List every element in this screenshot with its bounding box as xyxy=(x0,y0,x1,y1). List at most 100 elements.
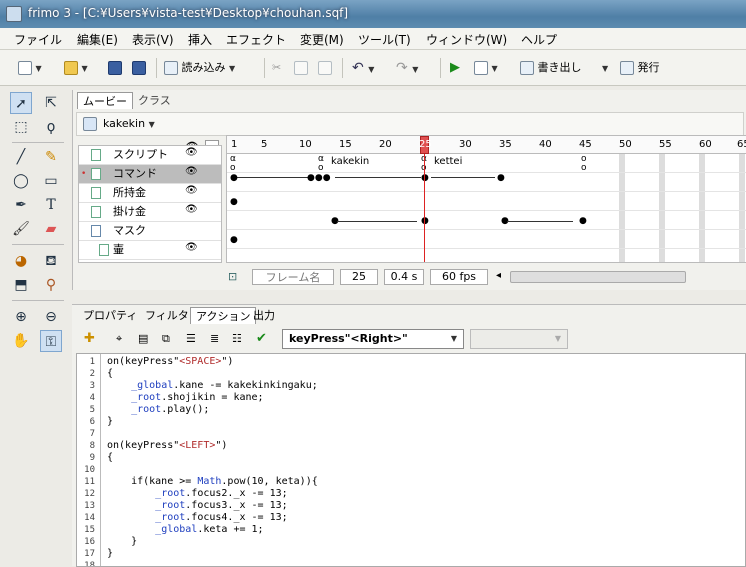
replace-icon[interactable]: ▤ xyxy=(138,330,148,348)
target-select[interactable]: ▼ xyxy=(470,329,568,349)
scene-bar: kakekin ▼ xyxy=(76,112,744,136)
ruler-tick: 40 xyxy=(539,139,552,150)
code-editor[interactable]: 1 2 3 4 5 6 7 8 9 10 11 12 13 14 15 16 17 18 on(keyPress"… xyxy=(76,353,746,567)
frame-row[interactable]: ● xyxy=(227,230,746,249)
auto-format-icon[interactable]: ☰ xyxy=(186,330,196,348)
frame-row[interactable]: αo αo kakekin αo kettei oo xyxy=(227,154,746,173)
hand-tool-icon[interactable]: ✋ xyxy=(10,330,32,352)
zoom-in-tool-icon[interactable]: ⊕ xyxy=(10,306,32,328)
scroll-left-icon[interactable]: ◂ xyxy=(496,270,501,281)
eye-icon[interactable]: 👁 xyxy=(185,242,198,253)
eye-icon[interactable]: 👁 xyxy=(185,185,198,196)
scene-selector[interactable]: kakekin ▼ xyxy=(103,117,155,130)
zoom-out-tool-icon[interactable]: ⊖ xyxy=(40,306,62,328)
lasso-tool-icon[interactable]: ϙ xyxy=(40,116,62,138)
menu-insert[interactable]: 挿入 xyxy=(188,31,212,48)
eraser-tool-icon[interactable]: ▰ xyxy=(40,218,62,240)
ellipse-tool-icon[interactable]: ◯ xyxy=(10,170,32,192)
export-button[interactable]: 書き出し xyxy=(520,59,582,77)
frame-row[interactable]: ● xyxy=(227,192,746,211)
save-all-button[interactable] xyxy=(132,59,146,77)
open-button[interactable]: ▼ xyxy=(64,59,88,77)
hint-icon[interactable]: ☷ xyxy=(232,330,242,348)
frame-row[interactable] xyxy=(227,249,746,262)
pencil-tool-icon[interactable]: ✎ xyxy=(40,146,62,168)
code-line: } xyxy=(107,536,138,547)
find-icon[interactable]: ⌖ xyxy=(116,330,122,348)
frame-row[interactable]: ● ● ● ● xyxy=(227,211,746,230)
text-tool-icon[interactable]: T xyxy=(40,194,62,216)
line-number: 13 xyxy=(84,501,95,511)
scene-icon xyxy=(83,117,97,131)
keyframe-empty: αo xyxy=(230,154,236,173)
menu-edit[interactable]: 編集(E) xyxy=(77,31,118,48)
rectangle-tool-icon[interactable]: ▭ xyxy=(40,170,62,192)
eyedropper-tool-icon[interactable]: ⚲ xyxy=(40,274,62,296)
pen-tool-icon[interactable]: ✒ xyxy=(10,194,32,216)
frame-row[interactable]: ● ●●● ● ● xyxy=(227,173,746,192)
menu-window[interactable]: ウィンドウ(W) xyxy=(426,31,507,48)
import-button[interactable]: 読み込み ▼ xyxy=(164,59,235,77)
publish-icon xyxy=(620,61,634,75)
save-button[interactable] xyxy=(108,59,122,77)
tab-actions[interactable]: アクション xyxy=(190,307,257,324)
tab-filters[interactable]: フィルタ xyxy=(140,307,194,324)
undo-button[interactable]: ↶ ▼ xyxy=(352,59,374,77)
actions-panel: プロパティ フィルタ アクション 出力 ✚ ⌖ ▤ ⧉ ☰ ≣ ☷ ✔ keyP… xyxy=(72,304,746,567)
menu-tools[interactable]: ツール(T) xyxy=(358,31,411,48)
paste-button[interactable] xyxy=(318,59,332,77)
new-file-button[interactable]: ▼ xyxy=(18,59,42,77)
menu-help[interactable]: ヘルプ xyxy=(521,31,557,48)
indent-icon[interactable]: ≣ xyxy=(210,330,219,348)
brush-tool-icon[interactable]: 🖌 xyxy=(10,218,32,240)
line-number: 4 xyxy=(89,393,95,403)
tab-output[interactable]: 出力 xyxy=(248,307,280,324)
eye-icon[interactable]: 👁 xyxy=(185,147,198,158)
menu-effect[interactable]: エフェクト xyxy=(226,31,286,48)
event-select[interactable]: keyPress"<Right>" ▼ xyxy=(282,329,464,349)
publish-button[interactable]: 発行 xyxy=(620,59,660,77)
code-line: _global.keta += 1; xyxy=(155,524,264,535)
tab-properties[interactable]: プロパティ xyxy=(78,307,142,324)
transform-tool-icon[interactable]: ⬚ xyxy=(10,116,32,138)
menu-file[interactable]: ファイル xyxy=(14,31,62,48)
ruler-tick: 60 xyxy=(699,139,712,150)
chevron-down-icon: ▼ xyxy=(412,65,419,74)
copy-button[interactable] xyxy=(294,59,308,77)
layer-flags: 👁 👁 👁 👁 👁 xyxy=(183,145,223,263)
tween-line xyxy=(335,177,421,178)
menu-modify[interactable]: 変更(M) xyxy=(300,31,344,48)
tab-class[interactable]: クラス xyxy=(133,92,176,109)
frame-grid[interactable]: 1 5 10 15 20 25 30 35 40 45 50 55 60 65 … xyxy=(226,135,746,263)
ruler-tick: 50 xyxy=(619,139,632,150)
target-path-icon[interactable]: ⧉ xyxy=(162,330,170,348)
gradient-tool-icon[interactable]: ⬒ xyxy=(10,274,32,296)
preview-button[interactable]: ▼ xyxy=(474,59,498,77)
tab-movie[interactable]: ムービー xyxy=(77,92,133,109)
export-dropdown-button[interactable]: ▼ xyxy=(602,59,608,77)
menu-view[interactable]: 表示(V) xyxy=(132,31,174,48)
line-number: 15 xyxy=(84,525,95,535)
timeline-status-bar: ⊡ 25 0.4 s 60 fps ◂ xyxy=(226,267,746,287)
eye-icon[interactable]: 👁 xyxy=(185,204,198,215)
frame-rate[interactable]: 60 fps xyxy=(430,269,488,285)
frame-ruler[interactable]: 1 5 10 15 20 25 30 35 40 45 50 55 60 65 xyxy=(227,136,746,154)
cut-button[interactable]: ✂ xyxy=(272,59,281,77)
event-select-value: keyPress"<Right>" xyxy=(289,332,408,345)
add-statement-icon[interactable]: ✚ xyxy=(84,330,95,348)
arrow-tool-icon[interactable]: ➚ xyxy=(10,92,32,114)
frame-name-field[interactable] xyxy=(252,269,334,285)
check-syntax-icon[interactable]: ✔ xyxy=(256,330,267,348)
paint-bucket-tool-icon[interactable]: ⛾ xyxy=(40,250,62,272)
timeline-scrollbar[interactable] xyxy=(510,271,686,283)
line-number: 7 xyxy=(89,429,95,439)
eye-icon[interactable]: 👁 xyxy=(185,166,198,177)
subselect-tool-icon[interactable]: ⇱ xyxy=(40,92,62,114)
center-frame-icon[interactable]: ⊡ xyxy=(228,270,237,283)
fill-tool-icon[interactable]: ◕ xyxy=(10,250,32,272)
redo-button[interactable]: ↷ ▼ xyxy=(396,59,418,77)
lock-tool-icon[interactable]: ⚿ xyxy=(40,330,62,352)
line-number: 2 xyxy=(89,369,95,379)
line-tool-icon[interactable]: ╱ xyxy=(10,146,32,168)
play-button[interactable]: ▶ xyxy=(450,59,460,77)
